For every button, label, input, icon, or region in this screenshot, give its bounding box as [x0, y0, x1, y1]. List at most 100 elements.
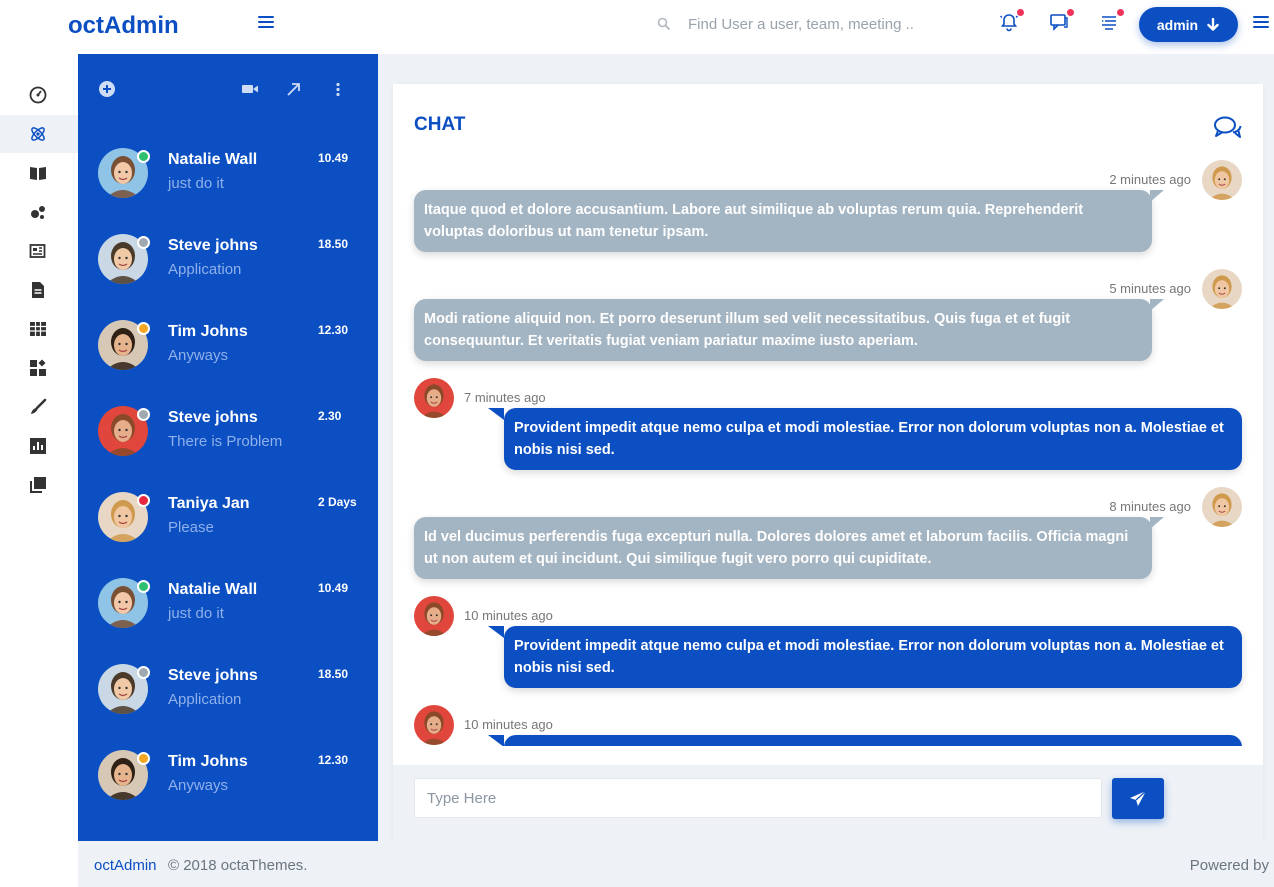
chat-card: CHAT 2 minutes ago Itaque quod et dolore … — [393, 84, 1263, 841]
status-indicator — [137, 494, 150, 507]
message-bubble: Itaque quod et dolore accusantium. Labor… — [414, 190, 1164, 252]
avatar — [1202, 487, 1242, 527]
conversation-icon[interactable] — [1213, 115, 1243, 141]
status-indicator — [137, 666, 150, 679]
message-time: 7 minutes ago — [464, 390, 546, 405]
brush-icon — [31, 398, 47, 414]
footer: octAdmin © 2018 octaThemes. Powered by — [78, 841, 1274, 887]
contact-time: 18.50 — [318, 667, 349, 681]
top-bar: octAdmin admin — [0, 0, 1274, 54]
contact-time: 10.49 — [318, 581, 349, 595]
arrow-down-icon — [1207, 17, 1219, 31]
message-time: 8 minutes ago — [1109, 499, 1191, 514]
contact-item[interactable]: Tim Johns Anyways 12.30 — [78, 750, 378, 836]
avatar — [414, 378, 454, 418]
speedometer-icon — [29, 86, 47, 104]
notification-dot — [1017, 9, 1024, 16]
brand-logo[interactable]: octAdmin — [68, 12, 179, 40]
add-circle-icon[interactable] — [98, 80, 116, 98]
contact-item[interactable]: Steve johns Application 18.50 — [78, 234, 378, 320]
contact-last-message: just do it — [168, 175, 224, 192]
contact-time: 2 Days — [318, 495, 357, 509]
nav-docs[interactable] — [0, 154, 78, 192]
bubbles-icon — [31, 206, 45, 219]
avatar — [1202, 269, 1242, 309]
paper-plane-icon — [1130, 790, 1147, 806]
contact-time: 10.49 — [318, 151, 349, 165]
file-text-icon — [32, 282, 44, 298]
contact-item[interactable]: Natalie Wall just do it 10.49 — [78, 578, 378, 664]
footer-brand-link[interactable]: octAdmin — [94, 857, 157, 874]
contact-last-message: Anyways — [168, 777, 229, 794]
nav-bubbles[interactable] — [0, 193, 78, 231]
message-list: 2 minutes ago Itaque quod et dolore accus… — [393, 154, 1263, 746]
status-indicator — [137, 580, 150, 593]
notification-dot — [1067, 9, 1074, 16]
contact-last-message: Anyways — [168, 347, 229, 364]
chat-bubbles-icon — [1050, 14, 1068, 31]
search-input[interactable] — [688, 10, 938, 38]
contact-time: 12.30 — [318, 323, 349, 337]
contact-name: Steve johns — [168, 667, 258, 684]
contact-time: 18.50 — [318, 237, 349, 251]
send-button[interactable] — [1112, 778, 1164, 819]
arrow-expand-icon[interactable] — [286, 82, 301, 97]
message-bubble: Provident impedit atque nemo culpa et mo… — [488, 626, 1242, 688]
contact-name: Taniya Jan — [168, 495, 250, 512]
contact-name: Steve johns — [168, 409, 258, 426]
admin-label: admin — [1156, 16, 1199, 33]
nav-apps[interactable] — [0, 115, 78, 153]
status-indicator — [137, 408, 150, 421]
message-input[interactable] — [414, 778, 1102, 818]
atom-icon — [31, 127, 45, 141]
nav-ui[interactable] — [0, 388, 78, 426]
nav-tables[interactable] — [0, 310, 78, 348]
message-time: 5 minutes ago — [1109, 281, 1191, 296]
contact-item[interactable]: Tim Johns Anyways 12.30 — [78, 320, 378, 406]
chat-title: CHAT — [414, 114, 466, 135]
message-composer — [393, 765, 1263, 841]
admin-menu-button[interactable]: admin — [1139, 7, 1238, 42]
contact-item[interactable]: Taniya Jan Please 2 Days — [78, 492, 378, 578]
bell-icon — [1000, 14, 1018, 32]
avatar — [1202, 160, 1242, 200]
avatar — [414, 705, 454, 745]
video-call-icon[interactable] — [241, 82, 259, 96]
contact-name: Tim Johns — [168, 753, 248, 770]
more-vertical-icon[interactable] — [334, 82, 342, 97]
contact-item[interactable]: Steve johns Application 18.50 — [78, 664, 378, 750]
contact-item[interactable]: Steve johns There is Problem 2.30 — [78, 406, 378, 492]
bar-chart-icon — [30, 438, 46, 454]
contact-item[interactable]: Natalie Wall just do it 10.49 — [78, 148, 378, 234]
nav-charts[interactable] — [0, 427, 78, 465]
message-time: 2 minutes ago — [1109, 172, 1191, 187]
nav-dashboard[interactable] — [0, 76, 78, 114]
nav-widgets[interactable] — [0, 349, 78, 387]
contact-name: Natalie Wall — [168, 581, 258, 598]
nav-pages[interactable] — [0, 271, 78, 309]
contact-time: 12.30 — [318, 753, 349, 767]
book-open-icon — [30, 167, 46, 180]
contact-time: 2.30 — [318, 409, 342, 423]
copy-icon — [30, 477, 46, 493]
status-indicator — [137, 150, 150, 163]
widgets-icon — [30, 359, 46, 376]
tasks-button[interactable] — [1099, 9, 1124, 34]
contact-last-message: There is Problem — [168, 433, 283, 450]
menu-toggle-icon[interactable] — [258, 16, 274, 29]
message-bubble: Id vel ducimus perferendis fuga exceptur… — [414, 517, 1164, 579]
messages-button[interactable] — [1049, 9, 1074, 34]
status-indicator — [137, 752, 150, 765]
right-menu-icon[interactable] — [1253, 16, 1269, 29]
status-indicator — [137, 236, 150, 249]
message-bubble: Provident impedit atque nemo culpa et mo… — [488, 408, 1242, 470]
nav-news[interactable] — [0, 232, 78, 270]
contact-name: Tim Johns — [168, 323, 248, 340]
avatar — [414, 596, 454, 636]
notifications-button[interactable] — [999, 9, 1024, 34]
footer-powered-by: Powered by — [1189, 857, 1269, 874]
status-indicator — [137, 322, 150, 335]
contact-last-message: just do it — [168, 605, 224, 622]
icon-sidebar — [0, 54, 78, 887]
nav-library[interactable] — [0, 466, 78, 504]
